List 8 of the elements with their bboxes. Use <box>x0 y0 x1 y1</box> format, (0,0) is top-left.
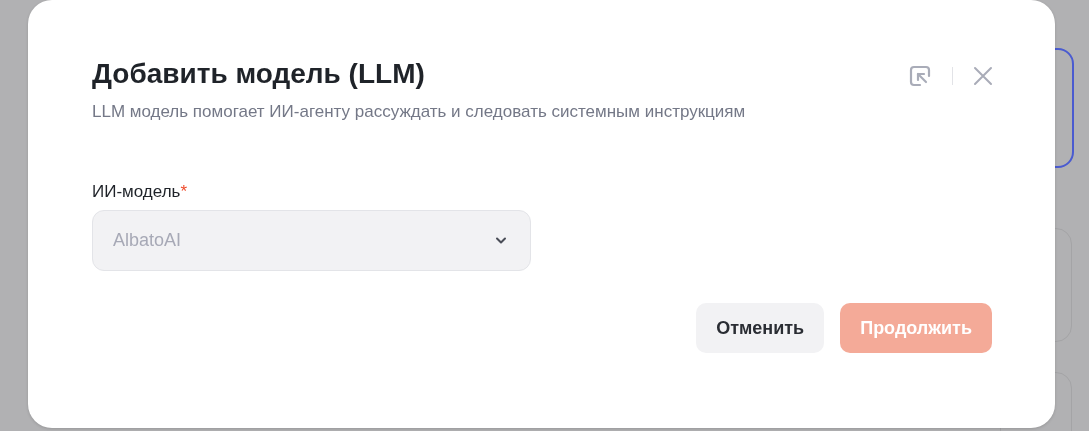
dialog-subtitle: LLM модель помогает ИИ-агенту рассуждать и следовать системным инструкциям <box>92 101 747 123</box>
collapse-icon[interactable] <box>908 64 932 88</box>
dialog-title: Добавить модель (LLM) <box>92 57 425 91</box>
cancel-button[interactable]: Отменить <box>696 303 825 353</box>
close-icon[interactable] <box>973 66 993 86</box>
required-mark: * <box>180 182 188 201</box>
field-label: ИИ-модель <box>92 182 181 201</box>
chevron-down-icon <box>494 236 508 245</box>
